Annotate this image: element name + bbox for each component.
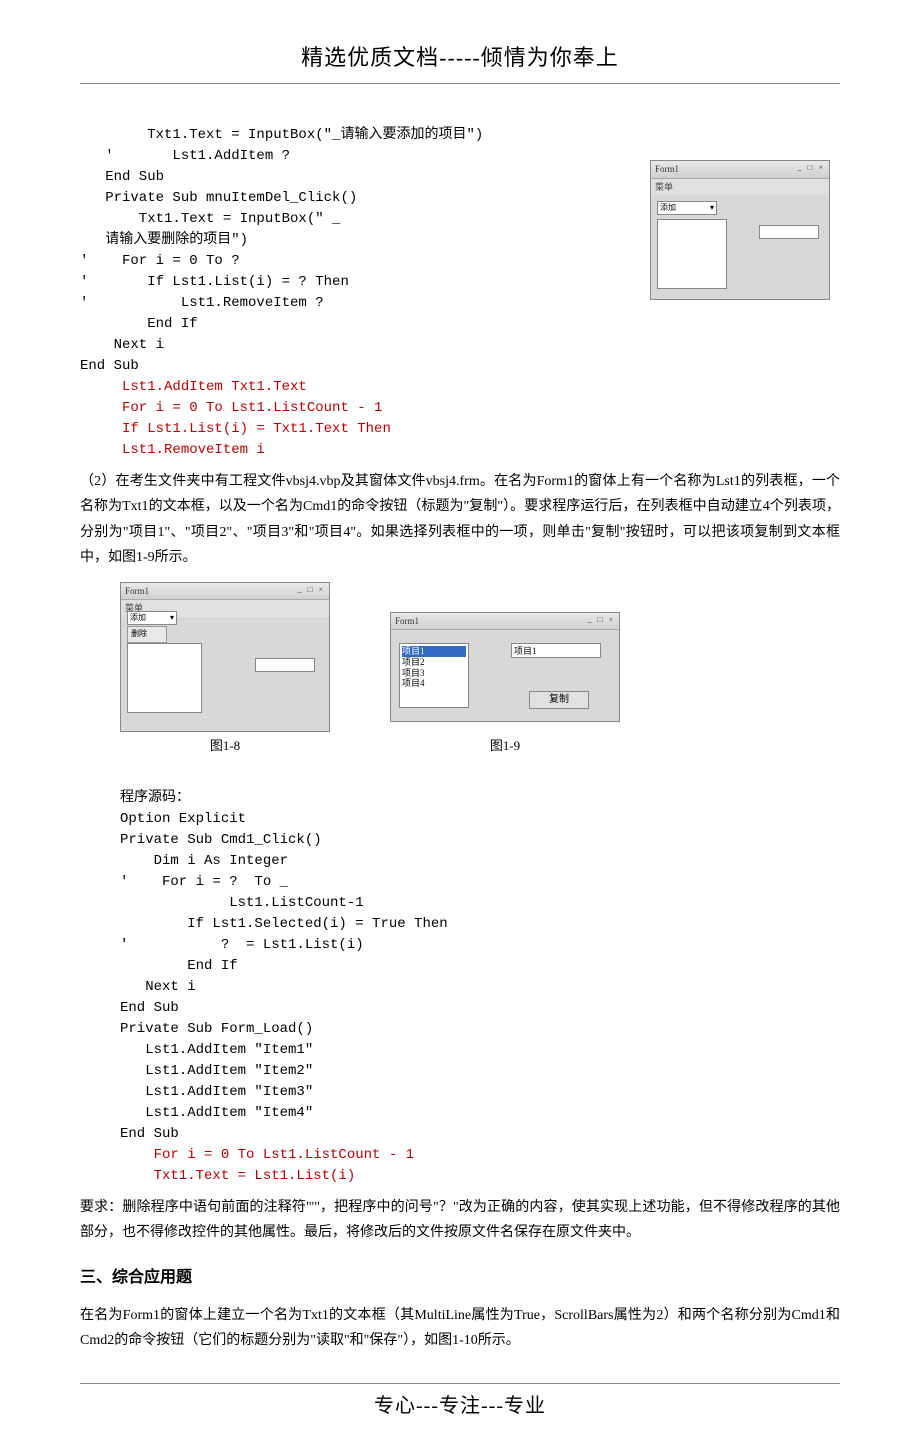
code-line-answer: For i = 0 To Lst1.ListCount - 1 (120, 1147, 414, 1163)
code-line: Txt1.Text = InputBox("_请输入要添加的项目") (80, 127, 483, 143)
code-line: Txt1.Text = InputBox(" _ (80, 211, 340, 227)
window-menubar: 菜单 (651, 179, 829, 195)
code-line: Private Sub Cmd1_Click() (120, 832, 322, 848)
header-rule (80, 83, 840, 84)
code-section-2: 程序源码： Option Explicit Private Sub Cmd1_C… (120, 767, 840, 1187)
code-line: End If (120, 958, 238, 974)
textbox (255, 658, 315, 672)
code-line: 程序源码： (120, 790, 190, 806)
window-titlebar: Form1_ □ × (651, 161, 829, 178)
code-line: Next i (80, 337, 164, 353)
code-line: Next i (120, 979, 196, 995)
page-header-title: 精选优质文档-----倾情为你奉上 (80, 40, 840, 75)
window-titlebar: Form1_ □ × (121, 583, 329, 600)
dropdown: 添加▾ (127, 611, 177, 625)
code-line: ' ? = Lst1.List(i) (120, 937, 364, 953)
code-line: Lst1.ListCount-1 (120, 895, 364, 911)
figure-captions: 图1-8 图1-9 (120, 736, 840, 757)
code-line: End Sub (120, 1126, 179, 1142)
figure-1-9: Form1_ □ × 项目1 项目2 项目3 项目4 项目1 复制 (390, 612, 620, 722)
code-line-answer: Lst1.RemoveItem i (80, 442, 265, 458)
dropdown-item: 删除 (127, 626, 167, 643)
code-line: Lst1.AddItem "Item1" (120, 1042, 313, 1058)
textbox (759, 225, 819, 239)
window-titlebar: Form1_ □ × (391, 613, 619, 630)
code-line: ' Lst1.RemoveItem ? (80, 295, 324, 311)
code-line: If Lst1.Selected(i) = True Then (120, 916, 448, 932)
listbox (127, 643, 202, 713)
code-line: Dim i As Integer (120, 853, 288, 869)
list-item: 项目4 (402, 678, 466, 689)
code-line-answer: If Lst1.List(i) = Txt1.Text Then (80, 421, 391, 437)
figure-caption: 图1-9 (390, 736, 620, 757)
paragraph-q2: （2）在考生文件夹中有工程文件vbsj4.vbp及其窗体文件vbsj4.frm。… (80, 469, 840, 570)
code-line: End If (80, 316, 198, 332)
figure-inline-form: Form1_ □ × 菜单 添加▾ (650, 160, 830, 300)
code-line: End Sub (80, 358, 139, 374)
code-line: ' Lst1.AddItem ? (80, 148, 290, 164)
paragraph-requirement: 要求：删除程序中语句前面的注释符"'"，把程序中的问号"？"改为正确的内容，使其… (80, 1195, 840, 1245)
figure-caption: 图1-8 (120, 736, 330, 757)
code-line: ' If Lst1.List(i) = ? Then (80, 274, 349, 290)
code-line: 请输入要删除的项目") (80, 232, 248, 248)
paragraph-sec3: 在名为Form1的窗体上建立一个名为Txt1的文本框（其MultiLine属性为… (80, 1303, 840, 1353)
dropdown: 添加▾ (657, 201, 717, 215)
code-line: Private Sub Form_Load() (120, 1021, 313, 1037)
code-line: Lst1.AddItem "Item2" (120, 1063, 313, 1079)
code-line: ' For i = ? To _ (120, 874, 288, 890)
figures-row: Form1_ □ × 菜单 添加▾ 删除 Form1_ □ × 项目1 项目2 … (120, 582, 840, 732)
listbox: 项目1 项目2 项目3 项目4 (399, 643, 469, 708)
listbox (657, 219, 727, 289)
footer-rule (80, 1383, 840, 1384)
code-line: Lst1.AddItem "Item3" (120, 1084, 313, 1100)
code-line: Private Sub mnuItemDel_Click() (80, 190, 357, 206)
code-line-answer: Lst1.AddItem Txt1.Text (80, 379, 307, 395)
list-item: 项目1 (402, 646, 466, 657)
code-line: Option Explicit (120, 811, 246, 827)
code-line: End Sub (120, 1000, 179, 1016)
code-line: End Sub (80, 169, 164, 185)
page-footer-title: 专心---专注---专业 (80, 1390, 840, 1422)
section-heading-3: 三、综合应用题 (80, 1265, 840, 1291)
figure-1-8: Form1_ □ × 菜单 添加▾ 删除 (120, 582, 330, 732)
code-section-1: Txt1.Text = InputBox("_请输入要添加的项目") ' Lst… (80, 104, 840, 461)
code-line-answer: Txt1.Text = Lst1.List(i) (120, 1168, 355, 1184)
code-line: Lst1.AddItem "Item4" (120, 1105, 313, 1121)
copy-button: 复制 (529, 691, 589, 709)
list-item: 项目2 (402, 657, 466, 668)
code-line: ' For i = 0 To ? (80, 253, 240, 269)
textbox: 项目1 (511, 643, 601, 658)
list-item: 项目3 (402, 668, 466, 679)
code-line-answer: For i = 0 To Lst1.ListCount - 1 (80, 400, 382, 416)
